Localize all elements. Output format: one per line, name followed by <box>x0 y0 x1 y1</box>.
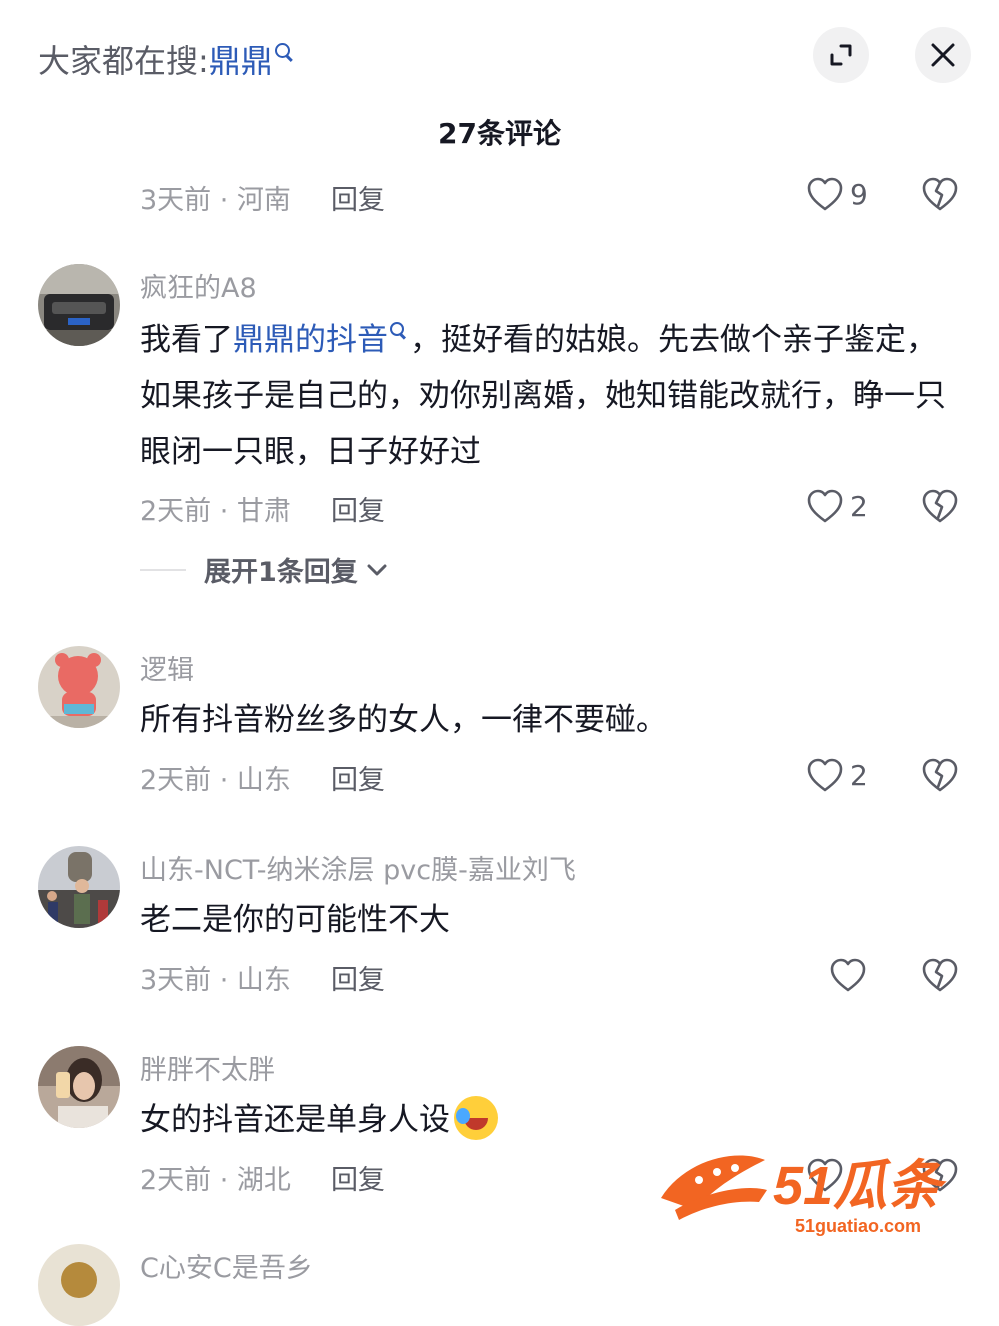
comment-time-location: 3天前 · 山东 <box>140 965 291 996</box>
comment-count-title: 27条评论 <box>438 117 561 150</box>
expand-button[interactable] <box>813 27 869 83</box>
close-icon <box>931 43 955 67</box>
reply-button[interactable]: 回复 <box>331 965 385 996</box>
comment-time-location: 3天前 · 河南 <box>140 185 291 216</box>
avatar-car-image <box>38 264 120 346</box>
comment-text: 所有抖音粉丝多的女人，一律不要碰。 <box>140 702 667 738</box>
watermark-brand: 51瓜条 <box>773 1156 947 1216</box>
dislike-button[interactable] <box>921 757 959 797</box>
like-button[interactable]: 9 <box>806 176 868 212</box>
reply-button[interactable]: 回复 <box>331 1165 385 1196</box>
comment-username[interactable]: 疯狂的A8 <box>140 266 257 305</box>
comment-text: 老二是你的可能性不大 <box>140 902 450 938</box>
watermark-logo-image: 51瓜条 51guatiao.com <box>661 1155 947 1236</box>
comment-username[interactable]: 逻辑 <box>140 648 194 687</box>
comment-text-part: 我看了 <box>140 322 233 358</box>
search-suggestion[interactable]: 大家都在搜:鼎鼎 <box>38 36 290 82</box>
chevron-down-icon <box>367 564 387 575</box>
reply-button[interactable]: 回复 <box>331 185 385 216</box>
crying-laughing-emoji-icon <box>454 1095 498 1140</box>
search-suggestion-keyword[interactable]: 鼎鼎 <box>209 42 273 80</box>
heart-icon <box>830 958 866 992</box>
broken-heart-icon <box>922 958 958 992</box>
comment-username[interactable]: 山东-NCT-纳米涂层 pvc膜-嘉业刘飞 <box>140 848 576 887</box>
avatar[interactable] <box>38 1046 120 1128</box>
avatar[interactable] <box>38 646 120 728</box>
comment-time-location: 2天前 · 甘肃 <box>140 496 291 527</box>
dislike-button[interactable] <box>921 957 959 997</box>
comment-time-location: 2天前 · 湖北 <box>140 1165 291 1196</box>
dislike-button[interactable] <box>921 488 959 528</box>
watermark-url: 51guatiao.com <box>795 1216 921 1236</box>
like-count: 2 <box>850 758 868 792</box>
heart-icon <box>807 177 843 211</box>
broken-heart-icon <box>922 489 958 523</box>
avatar-image <box>38 1244 120 1326</box>
comment-meta: 3天前 · 山东 回复 <box>140 958 385 997</box>
reply-button[interactable]: 回复 <box>331 765 385 796</box>
heart-icon <box>807 489 843 523</box>
expand-icon <box>830 44 852 66</box>
broken-heart-icon <box>922 177 958 211</box>
comment-username[interactable]: C心安C是吾乡 <box>140 1246 313 1285</box>
divider <box>140 568 186 571</box>
comment-search-link[interactable]: 鼎鼎的抖音 <box>233 322 388 358</box>
avatar[interactable] <box>38 846 120 928</box>
search-icon <box>390 322 404 336</box>
comment-text-part: 女的抖音还是单身人设 <box>140 1102 450 1138</box>
comment-text: 我看了鼎鼎的抖音 ，挺好看的姑娘。先去做个亲子鉴定，如果孩子是自己的，劝你别离婚，… <box>140 312 960 480</box>
top-bar: 大家都在搜:鼎鼎 <box>0 0 999 110</box>
avatar[interactable] <box>38 264 120 346</box>
like-count: 2 <box>850 489 868 523</box>
comment-username[interactable]: 胖胖不太胖 <box>140 1048 275 1087</box>
avatar-selfie-image <box>38 1046 120 1128</box>
expand-replies-label: 展开1条回复 <box>204 557 358 588</box>
close-button[interactable] <box>915 27 971 83</box>
like-button[interactable]: 2 <box>806 488 868 524</box>
search-icon <box>274 43 290 58</box>
comment-meta: 2天前 · 山东 回复 <box>140 758 385 797</box>
search-suggestion-prefix: 大家都在搜: <box>38 42 209 80</box>
avatar[interactable] <box>38 1244 120 1326</box>
avatar-photo-image <box>38 846 120 928</box>
avatar-toy-image <box>38 646 120 728</box>
comment-time-location: 2天前 · 山东 <box>140 765 291 796</box>
comment-meta: 3天前 · 河南 回复 <box>140 178 385 217</box>
broken-heart-icon <box>922 758 958 792</box>
comment-meta: 2天前 · 甘肃 回复 <box>140 489 385 528</box>
heart-icon <box>807 758 843 792</box>
dislike-button[interactable] <box>921 176 959 216</box>
reply-button[interactable]: 回复 <box>331 496 385 527</box>
comment-meta: 2天前 · 湖北 回复 <box>140 1158 385 1197</box>
expand-replies-button[interactable]: 展开1条回复 <box>140 550 388 589</box>
like-button[interactable] <box>829 957 873 993</box>
watermark-logo: 51瓜条 51guatiao.com <box>655 1140 965 1240</box>
like-button[interactable]: 2 <box>806 757 868 793</box>
like-count: 9 <box>850 177 868 211</box>
